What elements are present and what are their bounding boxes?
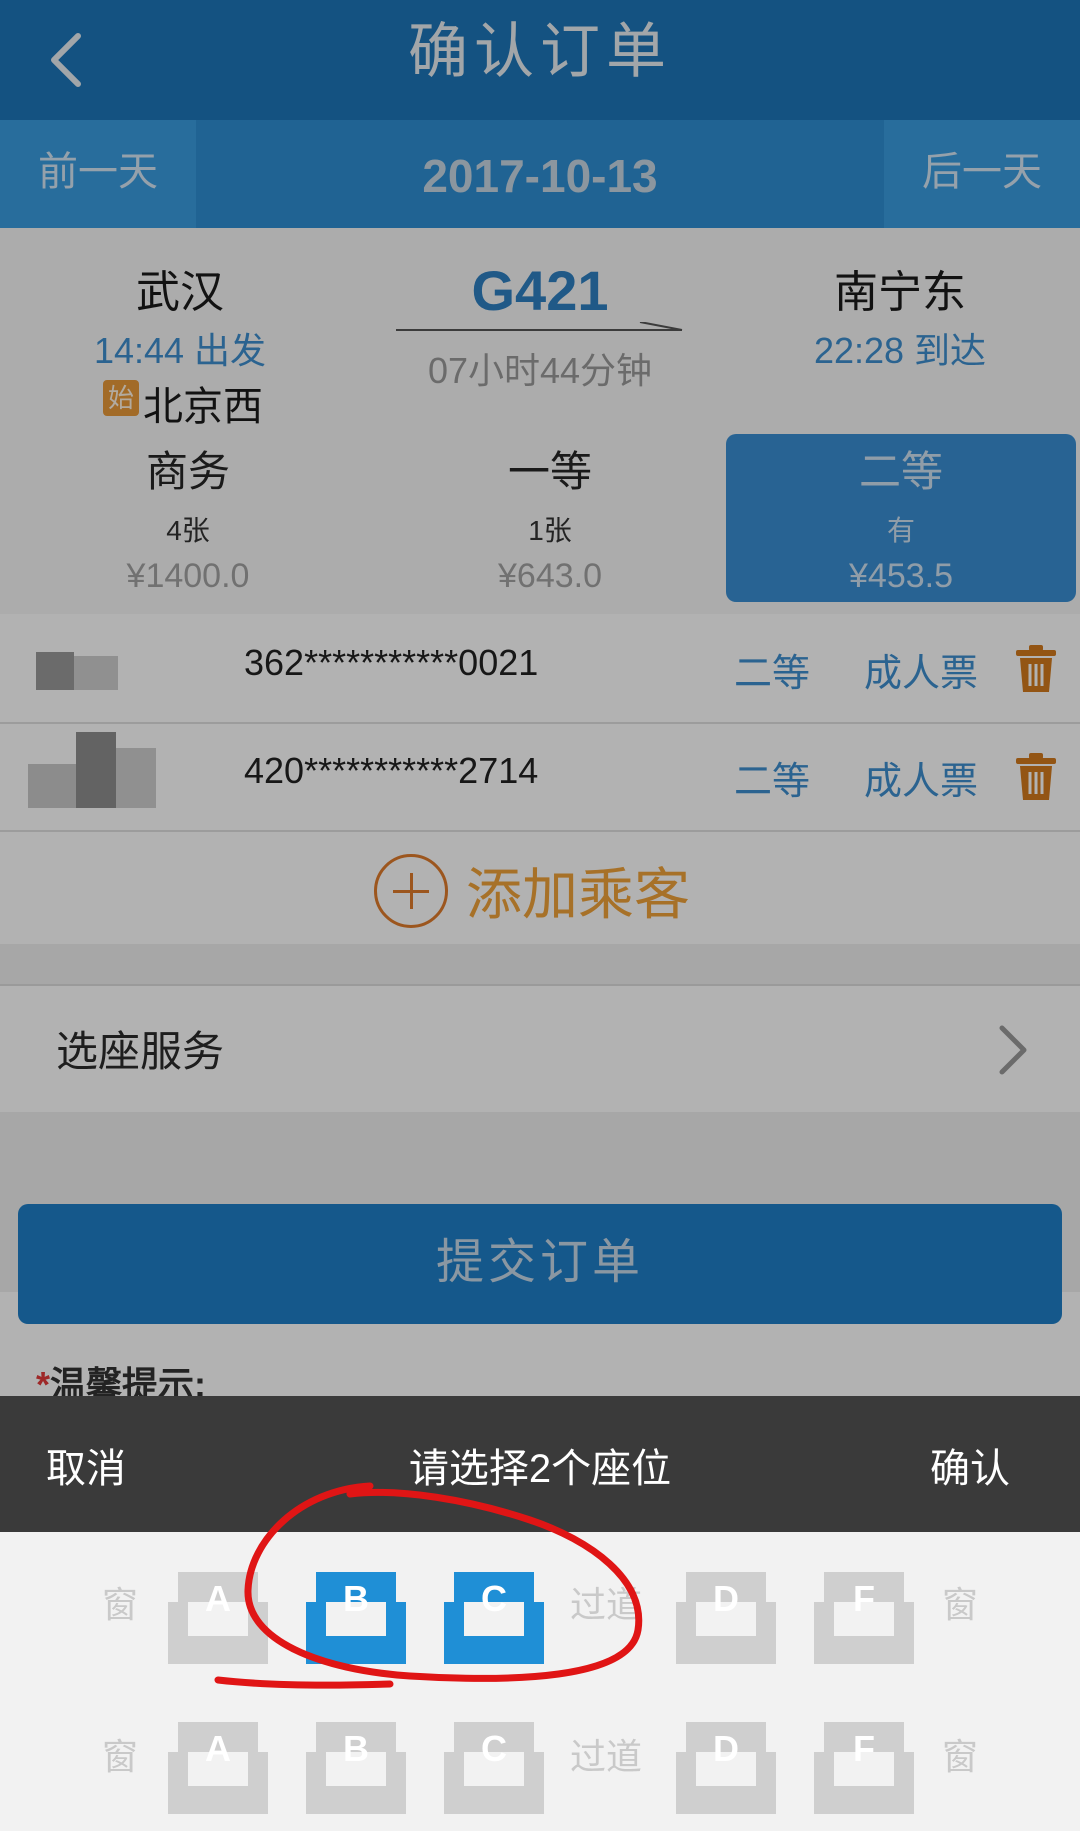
seat-2A[interactable]: A xyxy=(164,1716,272,1816)
window-label: 窗 xyxy=(942,1736,979,1777)
seat-letter: F xyxy=(853,1728,875,1769)
seat-1F[interactable]: F xyxy=(810,1566,918,1666)
seat-2B[interactable]: B xyxy=(302,1716,410,1816)
seat-letter: D xyxy=(713,1578,739,1619)
seat-letter: C xyxy=(481,1728,507,1769)
seat-2C[interactable]: C xyxy=(440,1716,548,1816)
confirm-button[interactable]: 确认 xyxy=(930,1436,1010,1494)
seat-letter: B xyxy=(343,1728,369,1769)
seat-2F[interactable]: F xyxy=(810,1716,918,1816)
seat-letter: D xyxy=(713,1728,739,1769)
red-annotation-circle xyxy=(210,1480,650,1715)
window-label: 窗 xyxy=(102,1736,139,1777)
aisle-label: 过道 xyxy=(570,1736,643,1777)
seat-1D[interactable]: D xyxy=(672,1566,780,1666)
modal-backdrop[interactable] xyxy=(0,0,1080,1396)
window-label: 窗 xyxy=(942,1584,979,1625)
seat-letter: F xyxy=(853,1578,875,1619)
seat-2D[interactable]: D xyxy=(672,1716,780,1816)
window-label: 窗 xyxy=(102,1584,139,1625)
seat-letter: A xyxy=(205,1728,231,1769)
